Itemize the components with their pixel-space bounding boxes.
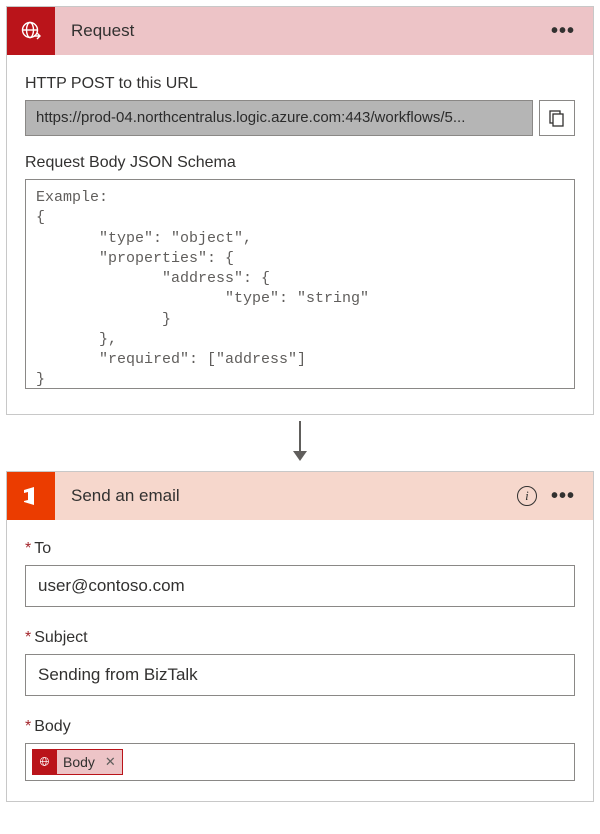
email-card-header: Send an email i ••• <box>7 472 593 520</box>
to-input[interactable] <box>25 565 575 607</box>
request-card-body: HTTP POST to this URL https://prod-04.no… <box>7 55 593 414</box>
subject-label: *Subject <box>25 629 575 647</box>
chip-remove-button[interactable]: ✕ <box>99 754 122 770</box>
email-icon-box <box>7 472 55 520</box>
office-icon <box>20 485 42 507</box>
body-label: *Body <box>25 718 575 736</box>
email-more-menu[interactable]: ••• <box>551 485 575 508</box>
request-card: Request ••• HTTP POST to this URL https:… <box>6 6 594 415</box>
email-info-button[interactable]: i <box>517 486 537 506</box>
email-card-body: *To *Subject *Body Body ✕ <box>7 520 593 801</box>
schema-label: Request Body JSON Schema <box>25 154 575 172</box>
email-card: Send an email i ••• *To *Subject *Body B… <box>6 471 594 802</box>
body-token-chip[interactable]: Body ✕ <box>32 749 123 775</box>
request-more-menu[interactable]: ••• <box>551 20 575 43</box>
request-title: Request <box>55 21 551 41</box>
request-card-header: Request ••• <box>7 7 593 55</box>
url-label: HTTP POST to this URL <box>25 75 575 93</box>
schema-textarea[interactable]: Example: { "type": "object", "properties… <box>25 179 575 389</box>
body-input[interactable]: Body ✕ <box>25 743 575 781</box>
flow-arrow <box>0 421 600 465</box>
chip-label: Body <box>63 754 99 770</box>
subject-input[interactable] <box>25 654 575 696</box>
arrow-down-icon <box>288 421 312 465</box>
copy-url-button[interactable] <box>539 100 575 136</box>
to-label: *To <box>25 540 575 558</box>
email-title: Send an email <box>55 486 517 506</box>
request-icon <box>7 7 55 55</box>
globe-icon <box>19 19 43 43</box>
copy-icon <box>548 109 566 127</box>
chip-request-icon <box>33 750 57 774</box>
url-input[interactable]: https://prod-04.northcentralus.logic.azu… <box>25 100 533 136</box>
